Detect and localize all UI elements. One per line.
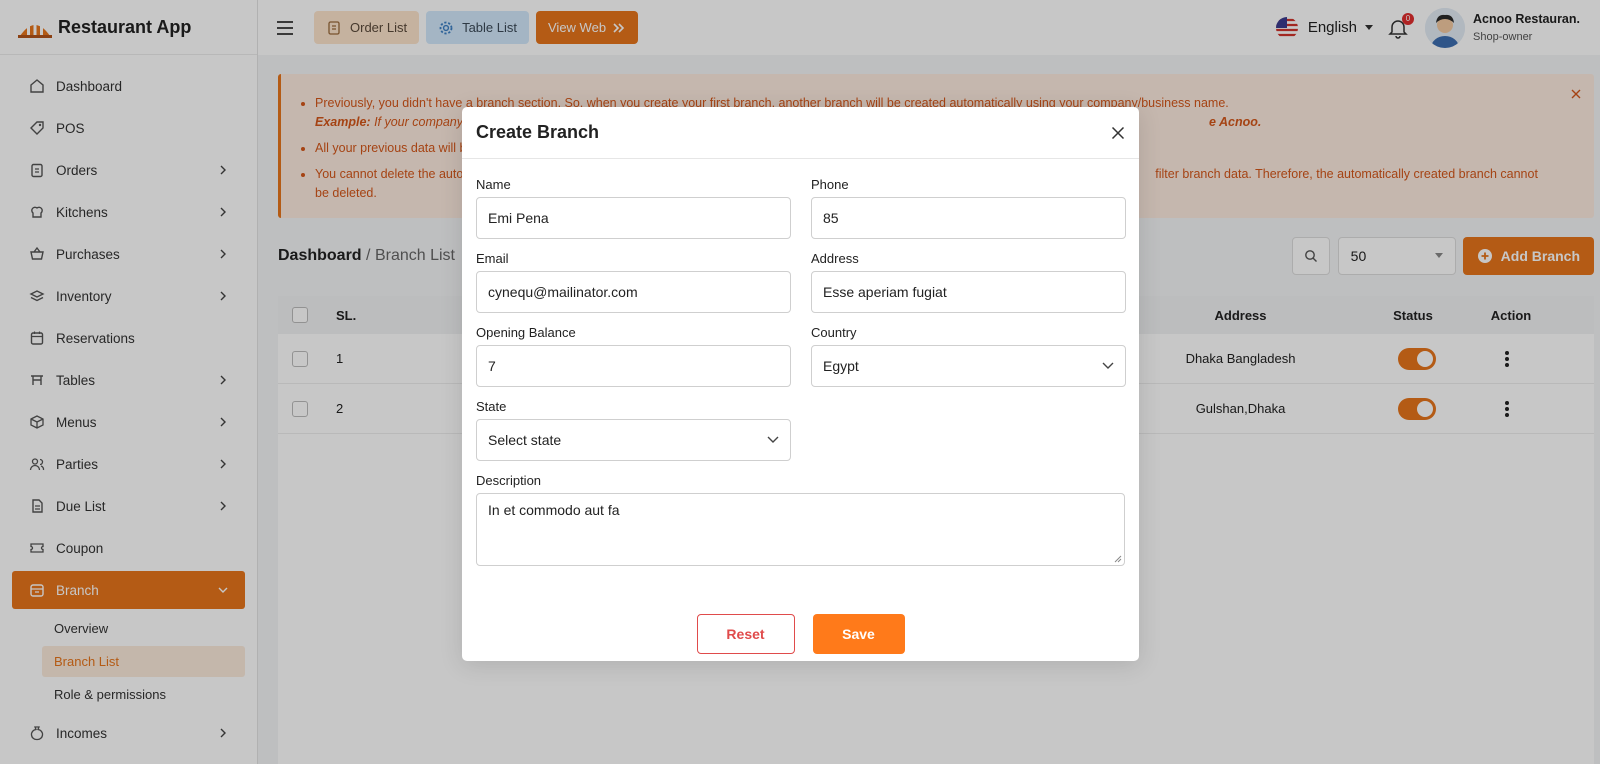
country-value: Egypt bbox=[823, 358, 859, 374]
name-field-group: Name Emi Pena bbox=[476, 177, 791, 239]
save-button[interactable]: Save bbox=[812, 614, 905, 654]
state-select[interactable]: Select state bbox=[476, 419, 791, 461]
description-field-group: Description In et commodo aut fa bbox=[476, 473, 1125, 566]
chevron-down-icon bbox=[1102, 362, 1114, 369]
resize-grip-icon[interactable] bbox=[1114, 555, 1122, 563]
opening-balance-label: Opening Balance bbox=[476, 325, 576, 340]
country-label: Country bbox=[811, 325, 857, 340]
address-input[interactable]: Esse aperiam fugiat bbox=[811, 271, 1126, 313]
description-label: Description bbox=[476, 473, 542, 488]
opening-balance-value: 7 bbox=[488, 358, 496, 374]
phone-input[interactable]: 85 bbox=[811, 197, 1126, 239]
close-icon[interactable] bbox=[1111, 126, 1125, 140]
modal-body: Name Emi Pena Phone 85 Email cynequ@mail… bbox=[462, 159, 1139, 654]
name-label: Name bbox=[476, 177, 511, 192]
state-label: State bbox=[476, 399, 507, 414]
modal-title: Create Branch bbox=[476, 122, 600, 142]
address-label: Address bbox=[811, 251, 859, 266]
email-input[interactable]: cynequ@mailinator.com bbox=[476, 271, 791, 313]
opening-balance-input[interactable]: 7 bbox=[476, 345, 791, 387]
email-label: Email bbox=[476, 251, 509, 266]
phone-value: 85 bbox=[823, 210, 839, 226]
branch-form: Name Emi Pena Phone 85 Email cynequ@mail… bbox=[476, 177, 1126, 473]
modal-actions: Reset Save bbox=[476, 614, 1125, 654]
description-textarea[interactable]: In et commodo aut fa bbox=[476, 493, 1125, 566]
country-select[interactable]: Egypt bbox=[811, 345, 1126, 387]
modal-header: Create Branch bbox=[462, 107, 1139, 159]
opening-balance-field-group: Opening Balance 7 bbox=[476, 325, 791, 387]
create-branch-modal: Create Branch Name Emi Pena Phone 85 Ema… bbox=[462, 107, 1139, 661]
name-value: Emi Pena bbox=[488, 210, 549, 226]
email-field-group: Email cynequ@mailinator.com bbox=[476, 251, 791, 313]
address-field-group: Address Esse aperiam fugiat bbox=[811, 251, 1126, 313]
country-field-group: Country Egypt bbox=[811, 325, 1126, 387]
phone-label: Phone bbox=[811, 177, 849, 192]
phone-field-group: Phone 85 bbox=[811, 177, 1126, 239]
state-value: Select state bbox=[488, 432, 562, 448]
address-value: Esse aperiam fugiat bbox=[823, 284, 947, 300]
chevron-down-icon bbox=[767, 436, 779, 443]
state-field-group: State Select state bbox=[476, 399, 791, 461]
email-value: cynequ@mailinator.com bbox=[488, 284, 638, 300]
reset-button[interactable]: Reset bbox=[696, 614, 795, 654]
name-input[interactable]: Emi Pena bbox=[476, 197, 791, 239]
description-value: In et commodo aut fa bbox=[488, 502, 620, 518]
